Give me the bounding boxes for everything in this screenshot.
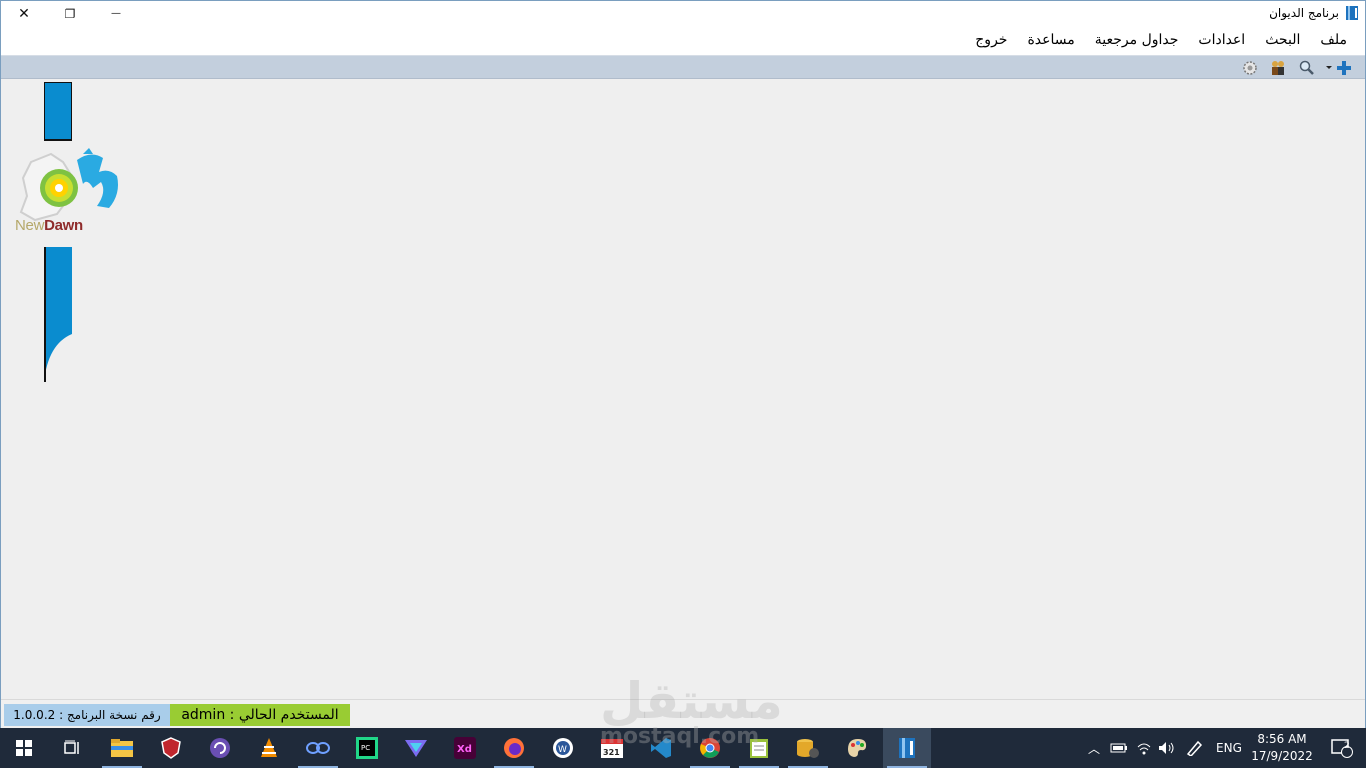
wifi-icon[interactable] bbox=[1136, 741, 1152, 755]
start-icon bbox=[16, 740, 32, 756]
task-view-button[interactable] bbox=[48, 728, 96, 768]
watermark-arabic: مستقل bbox=[600, 672, 783, 730]
shield-app-icon bbox=[161, 737, 181, 759]
vpn-icon bbox=[405, 740, 427, 757]
minimize-button[interactable]: — bbox=[93, 1, 139, 26]
paint-app-icon bbox=[848, 739, 867, 757]
menu-bar: ملف البحث اعدادات جداول مرجعية مساعدة خر… bbox=[1, 26, 1365, 53]
logo-text: NewDawn bbox=[15, 217, 83, 234]
system-tray: ︿ ENG bbox=[1088, 728, 1242, 768]
users-button[interactable] bbox=[1269, 59, 1287, 77]
add-icon bbox=[1337, 61, 1351, 75]
settings-icon bbox=[1243, 61, 1257, 75]
users-icon bbox=[1272, 61, 1284, 75]
svg-text:Xd: Xd bbox=[457, 744, 472, 755]
clock-time: 8:56 AM bbox=[1257, 732, 1307, 746]
database-app-icon bbox=[797, 739, 819, 758]
start-button[interactable] bbox=[0, 728, 48, 768]
status-version: رقم نسخة البرنامج : 1.0.0.2 bbox=[4, 704, 170, 726]
book-icon bbox=[1346, 6, 1358, 20]
taskbar-diwan-app[interactable] bbox=[883, 728, 931, 768]
taskbar-torrent[interactable] bbox=[196, 728, 244, 768]
taskbar-adobe-xd[interactable]: Xd bbox=[441, 728, 489, 768]
minimize-icon: — bbox=[111, 8, 121, 19]
add-dropdown-button[interactable] bbox=[1323, 59, 1335, 77]
notification-center-button[interactable]: 2 bbox=[1318, 728, 1366, 768]
svg-text:W: W bbox=[558, 745, 567, 755]
close-icon: ✕ bbox=[18, 5, 30, 22]
battery-icon[interactable] bbox=[1110, 742, 1128, 754]
maximize-button[interactable]: ❐ bbox=[47, 1, 93, 26]
svg-text:321: 321 bbox=[603, 748, 620, 757]
add-button[interactable] bbox=[1335, 59, 1353, 77]
clock[interactable]: 8:56 AM 17/9/2022 bbox=[1244, 731, 1320, 765]
menu-settings[interactable]: اعدادات bbox=[1188, 32, 1255, 48]
language-indicator[interactable]: ENG bbox=[1216, 741, 1242, 755]
infinity-app-icon bbox=[306, 742, 330, 754]
search-icon bbox=[1299, 60, 1314, 75]
torrent-icon bbox=[210, 738, 230, 758]
search-button[interactable] bbox=[1298, 59, 1316, 77]
taskbar-pycharm[interactable]: PC bbox=[343, 728, 391, 768]
vlc-icon bbox=[261, 738, 277, 757]
notification-count: 2 bbox=[1344, 741, 1350, 751]
close-button[interactable]: ✕ bbox=[1, 1, 47, 26]
task-view-icon bbox=[64, 740, 79, 754]
firefox-icon bbox=[504, 738, 524, 758]
toolbar bbox=[1, 55, 1365, 79]
window-title: برنامج الديوان bbox=[1269, 6, 1339, 20]
volume-icon[interactable] bbox=[1158, 741, 1176, 755]
watermark-latin: mostaql.com bbox=[600, 724, 760, 749]
notification-icon bbox=[1331, 739, 1353, 758]
menu-reference-tables[interactable]: جداول مرجعية bbox=[1085, 32, 1189, 48]
restore-icon: ❐ bbox=[64, 6, 76, 21]
adobe-xd-icon: Xd bbox=[454, 737, 476, 759]
chevron-up-icon[interactable]: ︿ bbox=[1088, 740, 1100, 757]
app-window: ✕ ❐ — برنامج الديوان ملف البحث اعدادات ج… bbox=[0, 0, 1366, 729]
word-app-icon: W bbox=[553, 738, 573, 758]
taskbar-word-app[interactable]: W bbox=[539, 728, 587, 768]
menu-search[interactable]: البحث bbox=[1255, 32, 1310, 48]
pycharm-icon: PC bbox=[356, 737, 378, 759]
menu-help[interactable]: مساعدة bbox=[1017, 32, 1084, 48]
taskbar-shield-app[interactable] bbox=[147, 728, 195, 768]
clock-date: 17/9/2022 bbox=[1251, 749, 1313, 763]
settings-button[interactable] bbox=[1241, 59, 1259, 77]
taskbar-infinity-app[interactable] bbox=[294, 728, 342, 768]
menu-file[interactable]: ملف bbox=[1310, 32, 1357, 48]
taskbar-database-app[interactable] bbox=[784, 728, 832, 768]
taskbar-vpn[interactable] bbox=[392, 728, 440, 768]
file-explorer-icon bbox=[111, 739, 133, 757]
menu-exit[interactable]: خروج bbox=[965, 32, 1017, 48]
pen-icon[interactable] bbox=[1186, 740, 1204, 756]
taskbar-firefox[interactable] bbox=[490, 728, 538, 768]
taskbar-paint-app[interactable] bbox=[833, 728, 881, 768]
svg-text:PC: PC bbox=[361, 744, 370, 752]
title-bar[interactable]: ✕ ❐ — برنامج الديوان bbox=[1, 1, 1365, 26]
taskbar-file-explorer[interactable] bbox=[98, 728, 146, 768]
status-current-user: المستخدم الحالي : admin bbox=[170, 704, 350, 726]
diwan-app-icon bbox=[899, 738, 915, 758]
main-client-area bbox=[1, 79, 1365, 699]
dropdown-arrow-icon bbox=[1326, 66, 1332, 69]
taskbar-vlc[interactable] bbox=[245, 728, 293, 768]
